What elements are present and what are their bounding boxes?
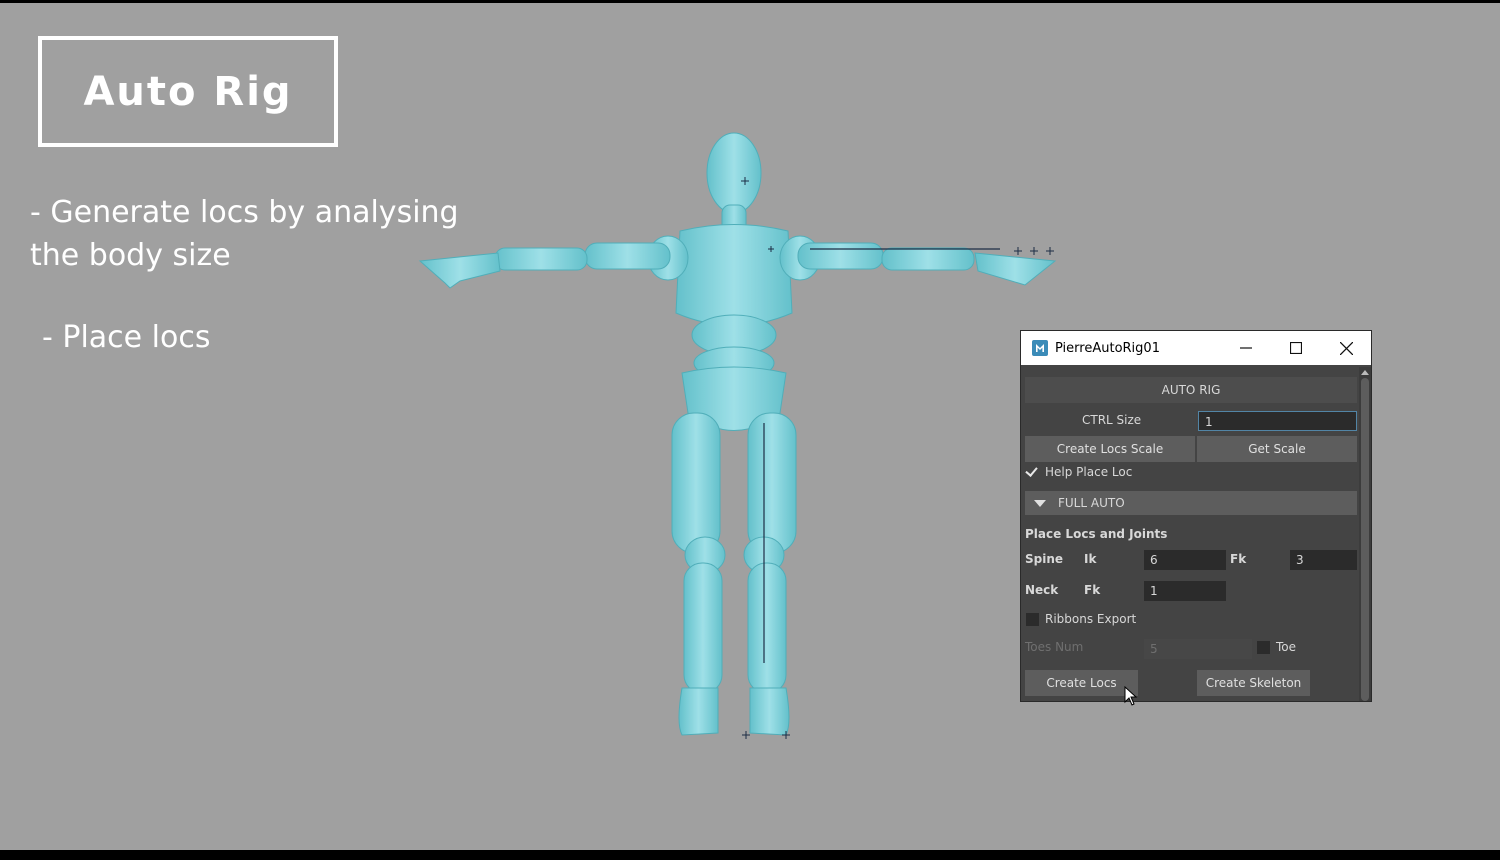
mannequin-figure[interactable]: [400, 123, 1080, 753]
close-button[interactable]: [1321, 331, 1371, 365]
window-title: PierreAutoRig01: [1055, 340, 1160, 356]
ribbons-export-checkbox[interactable]: [1026, 613, 1039, 626]
checkmark-icon: [1025, 464, 1038, 477]
neck-fk-label: Fk: [1084, 583, 1101, 597]
window-content: AUTO RIG CTRL Size 1 Create Locs Scale G…: [1025, 367, 1357, 701]
mouse-cursor-icon: [1124, 686, 1138, 706]
toes-num-label: Toes Num: [1025, 640, 1084, 654]
collapse-triangle-icon: [1034, 499, 1046, 507]
maximize-button[interactable]: [1271, 331, 1321, 365]
toes-num-input[interactable]: 5: [1144, 639, 1252, 659]
create-locs-scale-button[interactable]: Create Locs Scale: [1025, 436, 1195, 462]
ribbons-export-label: Ribbons Export: [1045, 612, 1137, 626]
window-scrollbar[interactable]: [1359, 367, 1371, 701]
title-box: Auto Rig: [38, 36, 338, 147]
ctrl-size-input[interactable]: 1: [1198, 411, 1357, 431]
close-icon: [1339, 341, 1353, 355]
section-header-auto-rig: AUTO RIG: [1025, 377, 1357, 403]
ctrl-size-label: CTRL Size: [1082, 413, 1142, 427]
spine-fk-label: Fk: [1230, 552, 1247, 566]
spine-fk-input[interactable]: 3: [1290, 550, 1357, 570]
scroll-up-arrow-icon[interactable]: [1361, 370, 1369, 375]
spine-ik-input[interactable]: 6: [1144, 550, 1226, 570]
help-place-loc-checkbox[interactable]: [1025, 464, 1039, 478]
place-locs-joints-label: Place Locs and Joints: [1025, 527, 1168, 541]
get-scale-button[interactable]: Get Scale: [1197, 436, 1357, 462]
bullet-place-locs: - Place locs: [42, 320, 211, 355]
maximize-icon: [1290, 342, 1302, 354]
maya-app-icon: [1032, 340, 1048, 356]
spine-ik-label: Ik: [1084, 552, 1097, 566]
minimize-icon: [1240, 347, 1252, 349]
minimize-button[interactable]: [1221, 331, 1271, 365]
scroll-thumb[interactable]: [1361, 378, 1369, 701]
overlay-title: Auto Rig: [83, 68, 293, 115]
auto-rig-window[interactable]: PierreAutoRig01 AUTO RIG CTRL Size 1 Cre…: [1020, 330, 1372, 702]
help-place-loc-label: Help Place Loc: [1045, 465, 1133, 479]
full-auto-frame-header[interactable]: FULL AUTO: [1025, 491, 1357, 515]
neck-fk-input[interactable]: 1: [1144, 581, 1226, 601]
toe-checkbox[interactable]: [1257, 641, 1270, 654]
window-titlebar[interactable]: PierreAutoRig01: [1021, 331, 1371, 365]
full-auto-label: FULL AUTO: [1058, 496, 1125, 510]
toe-label: Toe: [1276, 640, 1297, 654]
spine-label: Spine: [1025, 552, 1064, 566]
create-locs-button[interactable]: Create Locs: [1025, 670, 1138, 696]
neck-label: Neck: [1025, 583, 1059, 597]
create-skeleton-button[interactable]: Create Skeleton: [1197, 670, 1310, 696]
